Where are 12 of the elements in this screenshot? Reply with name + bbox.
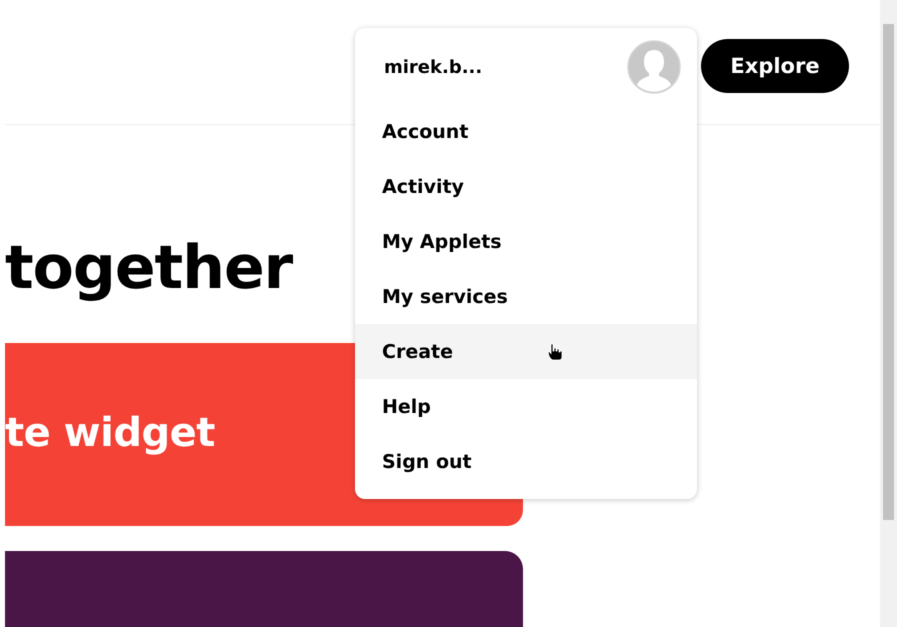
menu-item[interactable]: Create: [355, 324, 697, 379]
scrollbar-thumb[interactable]: [883, 24, 894, 520]
menu-item[interactable]: My services: [355, 269, 697, 324]
page-heading: together: [5, 232, 292, 305]
avatar-icon[interactable]: [627, 40, 681, 94]
hand-cursor-icon: [547, 343, 563, 361]
menu-item[interactable]: Activity: [355, 159, 697, 214]
username: mirek.b...: [384, 56, 482, 78]
menu-item[interactable]: My Applets: [355, 214, 697, 269]
explore-button[interactable]: Explore: [701, 39, 849, 93]
scrollbar[interactable]: [880, 0, 897, 627]
menu-item[interactable]: Account: [355, 104, 697, 159]
